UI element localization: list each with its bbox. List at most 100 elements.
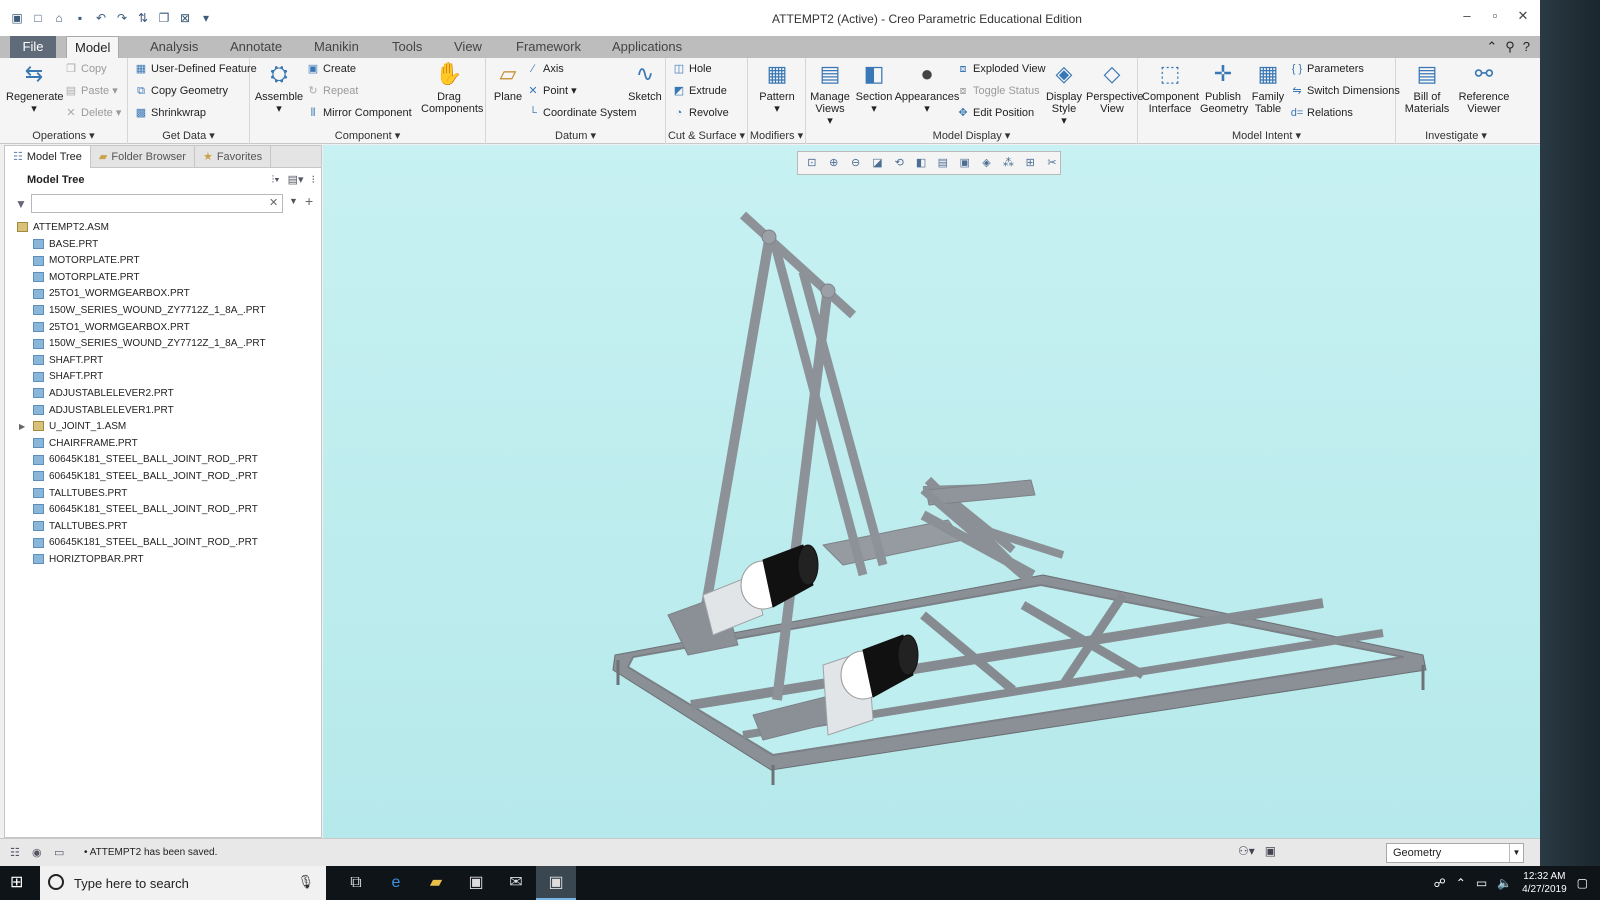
task-view-icon[interactable]: ⧉: [336, 866, 376, 900]
tab-applications[interactable]: Applications: [604, 36, 690, 58]
mirror-component-button[interactable]: ⫴ Mirror Component: [306, 104, 412, 122]
mail-icon[interactable]: ✉: [496, 866, 536, 900]
bill-of-materials-button[interactable]: ▤ Bill of Materials: [1400, 60, 1454, 115]
display-style-button[interactable]: ◈ Display Style ▾: [1042, 60, 1086, 127]
file-explorer-icon[interactable]: ▰: [416, 866, 456, 900]
tree-filter-options-icon[interactable]: ⁝: [312, 168, 316, 192]
hole-button[interactable]: ◫ Hole: [672, 60, 712, 78]
group-label-cut-surface[interactable]: Cut & Surface ▾: [666, 129, 747, 142]
manage-views-button[interactable]: ▤ Manage Views ▾: [808, 60, 852, 127]
udf-button[interactable]: ▦ User-Defined Feature: [134, 60, 257, 78]
group-label-datum[interactable]: Datum ▾: [486, 129, 665, 142]
edit-position-button[interactable]: ✥ Edit Position: [956, 104, 1034, 122]
regenerate-button[interactable]: ⇆ Regenerate ▾: [6, 60, 64, 115]
tab-folder-browser[interactable]: ▰ Folder Browser: [91, 146, 195, 168]
network-icon[interactable]: ▭: [1476, 876, 1487, 890]
section-button[interactable]: ◧ Section ▾: [854, 60, 894, 115]
tab-model[interactable]: Model: [66, 36, 120, 58]
tree-item[interactable]: 25TO1_WORMGEARBOX.PRT: [5, 320, 321, 337]
notifications-icon[interactable]: ▢: [1577, 876, 1588, 890]
shrinkwrap-button[interactable]: ▩ Shrinkwrap: [134, 104, 206, 122]
selection-filter-dropdown[interactable]: Geometry ▼: [1386, 843, 1524, 863]
creo-taskbar-icon[interactable]: ▣: [536, 866, 576, 900]
group-label-model-display[interactable]: Model Display ▾: [806, 129, 1137, 142]
full-screen-icon[interactable]: ▭: [54, 846, 68, 860]
tree-item[interactable]: 150W_SERIES_WOUND_ZY7712Z_1_8A_.PRT: [5, 336, 321, 353]
people-icon[interactable]: ☍: [1434, 876, 1446, 890]
tree-item[interactable]: TALLTUBES.PRT: [5, 519, 321, 536]
axis-button[interactable]: ∕ Axis: [526, 60, 564, 78]
perspective-view-button[interactable]: ◇ Perspective View: [1086, 60, 1143, 115]
tab-manikin[interactable]: Manikin: [306, 36, 367, 58]
sketch-button[interactable]: ∿ Sketch: [626, 60, 664, 103]
revolve-button[interactable]: ◔ Revolve: [672, 104, 729, 122]
edge-browser-icon[interactable]: e: [376, 866, 416, 900]
create-button[interactable]: ▣ Create: [306, 60, 356, 78]
family-table-button[interactable]: ▦ Family Table: [1248, 60, 1288, 115]
pattern-button[interactable]: ▦ Pattern ▾: [752, 60, 802, 115]
relations-button[interactable]: d= Relations: [1290, 104, 1353, 122]
clock[interactable]: 12:32 AM 4/27/2019: [1522, 870, 1567, 896]
tree-item[interactable]: MOTORPLATE.PRT: [5, 270, 321, 287]
plane-button[interactable]: ▱ Plane: [490, 60, 526, 103]
group-label-model-intent[interactable]: Model Intent ▾: [1138, 129, 1395, 142]
coordinate-system-button[interactable]: └ Coordinate System: [526, 104, 636, 122]
publish-geometry-button[interactable]: ✛ Publish Geometry: [1200, 60, 1248, 115]
tab-framework[interactable]: Framework: [508, 36, 589, 58]
add-column-icon[interactable]: +: [305, 193, 313, 209]
tree-item[interactable]: 60645K181_STEEL_BALL_JOINT_ROD_.PRT: [5, 502, 321, 519]
tab-view[interactable]: View: [446, 36, 490, 58]
drag-components-button[interactable]: ✋ Drag Components: [414, 60, 484, 115]
tab-tools[interactable]: Tools: [384, 36, 430, 58]
model-tree-toggle-icon[interactable]: ☷: [10, 846, 24, 860]
close-icon[interactable]: ✕: [1516, 8, 1530, 24]
tree-item[interactable]: BASE.PRT: [5, 237, 321, 254]
browser-toggle-icon[interactable]: ◉: [32, 846, 46, 860]
reference-viewer-button[interactable]: ⚯ Reference Viewer: [1456, 60, 1512, 115]
maximize-icon[interactable]: ▫: [1488, 8, 1502, 24]
assembly-model-render[interactable]: [323, 145, 1540, 838]
taskbar-search-box[interactable]: Type here to search 🎙: [40, 866, 326, 900]
windows-start-icon[interactable]: ⊞: [10, 874, 28, 892]
expand-arrow-icon[interactable]: ▶: [19, 419, 25, 436]
search-dropdown-icon[interactable]: ▼: [289, 196, 298, 206]
appearances-button[interactable]: ● Appearances ▾: [894, 60, 960, 115]
group-label-modifiers[interactable]: Modifiers ▾: [748, 129, 805, 142]
minimize-icon[interactable]: –: [1460, 8, 1474, 24]
tree-item[interactable]: HORIZTOPBAR.PRT: [5, 552, 321, 569]
extrude-button[interactable]: ◩ Extrude: [672, 82, 727, 100]
exploded-view-button[interactable]: ⧈ Exploded View: [956, 60, 1046, 78]
tab-file[interactable]: File: [10, 36, 56, 58]
selection-buffer-icon[interactable]: ▣: [1265, 844, 1276, 858]
volume-icon[interactable]: 🔈: [1497, 876, 1512, 890]
tree-search-input[interactable]: [31, 194, 283, 213]
clear-search-icon[interactable]: ✕: [269, 196, 278, 209]
delete-button[interactable]: ✕ Delete ▾: [64, 104, 121, 122]
tree-item[interactable]: 25TO1_WORMGEARBOX.PRT: [5, 286, 321, 303]
tree-settings-icon[interactable]: ⫶▾: [271, 168, 279, 192]
group-label-component[interactable]: Component ▾: [250, 129, 485, 142]
group-label-get-data[interactable]: Get Data ▾: [128, 129, 249, 142]
help-icon[interactable]: ?: [1523, 39, 1530, 55]
tree-item[interactable]: 60645K181_STEEL_BALL_JOINT_ROD_.PRT: [5, 469, 321, 486]
collapse-ribbon-icon[interactable]: ⌃: [1486, 39, 1497, 55]
tree-show-icon[interactable]: ▤▾: [288, 168, 304, 192]
tab-favorites[interactable]: ★ Favorites: [195, 146, 272, 168]
tab-model-tree[interactable]: ☷ Model Tree: [5, 146, 91, 168]
tree-item[interactable]: TALLTUBES.PRT: [5, 486, 321, 503]
tab-annotate[interactable]: Annotate: [222, 36, 290, 58]
show-hidden-icons-icon[interactable]: ⌃: [1456, 876, 1466, 890]
group-label-operations[interactable]: Operations ▾: [0, 129, 127, 142]
copy-button[interactable]: ❐ Copy: [64, 60, 107, 78]
graphics-viewport[interactable]: ⊡ ⊕ ⊖ ◪ ⟲ ◧ ▤ ▣ ◈ ⁂ ⊞ ✂: [323, 145, 1540, 838]
toggle-status-button[interactable]: ⧇ Toggle Status: [956, 82, 1040, 100]
find-icon[interactable]: ⚇▾: [1238, 844, 1255, 858]
point-button[interactable]: ✕ Point ▾: [526, 82, 576, 100]
tree-item[interactable]: MOTORPLATE.PRT: [5, 253, 321, 270]
group-label-investigate[interactable]: Investigate ▾: [1396, 129, 1516, 142]
filter-funnel-icon[interactable]: ▼: [15, 197, 27, 211]
tree-item[interactable]: 60645K181_STEEL_BALL_JOINT_ROD_.PRT: [5, 452, 321, 469]
command-search-icon[interactable]: ⚲: [1505, 39, 1515, 55]
tree-item[interactable]: ADJUSTABLELEVER1.PRT: [5, 403, 321, 420]
copy-geometry-button[interactable]: ⧉ Copy Geometry: [134, 82, 228, 100]
